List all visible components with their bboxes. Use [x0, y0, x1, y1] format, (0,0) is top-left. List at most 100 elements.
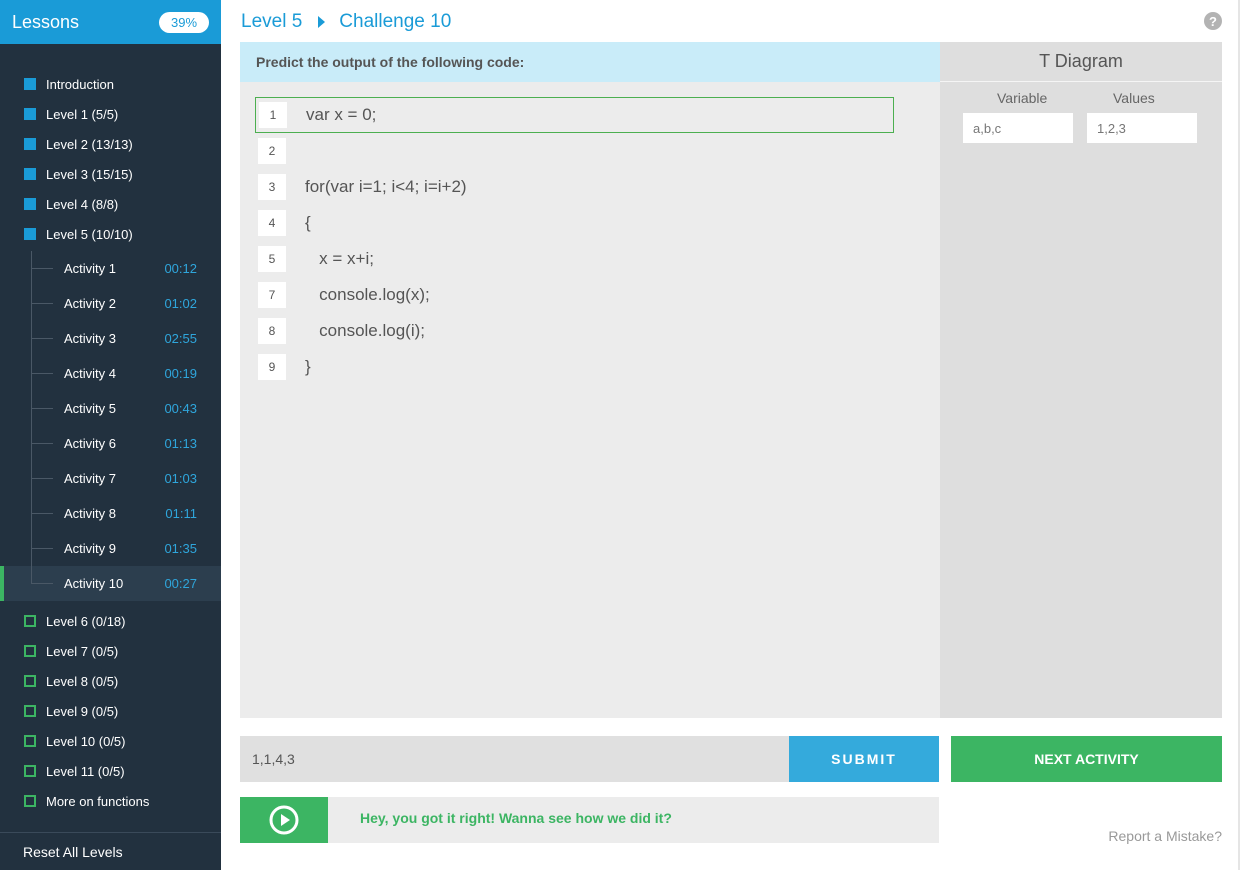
- answer-input[interactable]: 1,1,4,3: [240, 736, 789, 782]
- sidebar-item-label: More on functions: [46, 793, 150, 809]
- code-line: 2: [255, 133, 305, 169]
- line-number: 3: [258, 174, 286, 200]
- sidebar-item-more-functions[interactable]: More on functions: [0, 786, 221, 816]
- feedback-message: Hey, you got it right! Wanna see how we …: [328, 797, 939, 843]
- completed-square-icon: [24, 108, 36, 120]
- activity-label: Activity 4: [64, 366, 117, 381]
- line-number: 2: [258, 138, 286, 164]
- activity-time: 00:12: [164, 261, 197, 276]
- line-number: 5: [258, 246, 286, 272]
- code-line: 3 for(var i=1; i<4; i=i+2): [255, 169, 467, 205]
- activity-item-9[interactable]: Activity 9 01:35: [0, 531, 221, 566]
- sidebar-item-label: Level 9 (0/5): [46, 703, 119, 719]
- activity-item-8[interactable]: Activity 8 01:11: [0, 496, 221, 531]
- breadcrumb: Level 5 Challenge 10: [241, 8, 451, 36]
- next-activity-button[interactable]: NEXT ACTIVITY: [951, 736, 1222, 782]
- incomplete-square-icon: [24, 675, 36, 687]
- activity-label: Activity 5: [64, 401, 117, 416]
- values-header: Values: [1113, 90, 1155, 106]
- sidebar-item-label: Level 2 (13/13): [46, 136, 133, 152]
- incomplete-square-icon: [24, 795, 36, 807]
- lesson-list: Introduction Level 1 (5/5) Level 2 (13/1…: [0, 69, 221, 816]
- activity-label: Activity 8: [64, 506, 117, 521]
- activity-item-1[interactable]: Activity 1 00:12: [0, 251, 221, 286]
- sidebar-item-level-11[interactable]: Level 11 (0/5): [0, 756, 221, 786]
- activity-item-4[interactable]: Activity 4 00:19: [0, 356, 221, 391]
- t-diagram-panel: T Diagram Variable Values a,b,c 1,2,3: [940, 42, 1222, 718]
- activity-label: Activity 9: [64, 541, 117, 556]
- activity-item-10[interactable]: Activity 10 00:27: [0, 566, 221, 601]
- sidebar: Lessons 39% Introduction Level 1 (5/5) L…: [0, 0, 221, 870]
- sidebar-item-level-7[interactable]: Level 7 (0/5): [0, 636, 221, 666]
- activity-item-6[interactable]: Activity 6 01:13: [0, 426, 221, 461]
- activity-time: 01:03: [164, 471, 197, 486]
- completed-square-icon: [24, 138, 36, 150]
- incomplete-square-icon: [24, 645, 36, 657]
- sidebar-item-label: Level 6 (0/18): [46, 613, 126, 629]
- line-number: 4: [258, 210, 286, 236]
- incomplete-square-icon: [24, 705, 36, 717]
- code-text: {: [305, 213, 311, 232]
- values-input[interactable]: 1,2,3: [1087, 113, 1197, 143]
- code-line: 9}: [255, 349, 311, 385]
- reset-all-levels-button[interactable]: Reset All Levels: [0, 832, 221, 870]
- sidebar-item-level-3[interactable]: Level 3 (15/15): [0, 159, 221, 189]
- sidebar-item-label: Introduction: [46, 76, 114, 92]
- sidebar-item-label: Level 10 (0/5): [46, 733, 126, 749]
- code-text: }: [305, 357, 311, 376]
- variable-input[interactable]: a,b,c: [963, 113, 1073, 143]
- code-text: x = x+i;: [305, 249, 374, 268]
- code-line: 4{: [255, 205, 311, 241]
- activity-label: Activity 3: [64, 331, 117, 346]
- sidebar-item-level-1[interactable]: Level 1 (5/5): [0, 99, 221, 129]
- report-mistake-link[interactable]: Report a Mistake?: [1060, 828, 1222, 844]
- activity-item-3[interactable]: Activity 3 02:55: [0, 321, 221, 356]
- sidebar-item-level-2[interactable]: Level 2 (13/13): [0, 129, 221, 159]
- activity-time: 01:35: [164, 541, 197, 556]
- completed-square-icon: [24, 78, 36, 90]
- help-icon[interactable]: ?: [1204, 12, 1222, 30]
- code-text: console.log(x);: [305, 285, 430, 304]
- sidebar-item-introduction[interactable]: Introduction: [0, 69, 221, 99]
- sidebar-item-label: Level 4 (8/8): [46, 196, 119, 212]
- breadcrumb-level[interactable]: Level 5: [241, 11, 302, 33]
- activity-time: 01:13: [164, 436, 197, 451]
- activity-label: Activity 10: [64, 576, 124, 591]
- play-solution-button[interactable]: [240, 797, 328, 843]
- activity-label: Activity 1: [64, 261, 117, 276]
- play-icon: [269, 805, 299, 835]
- activity-item-2[interactable]: Activity 2 01:02: [0, 286, 221, 321]
- sidebar-item-label: Level 3 (15/15): [46, 166, 133, 182]
- sidebar-item-level-5[interactable]: Level 5 (10/10): [0, 219, 221, 249]
- sidebar-item-level-4[interactable]: Level 4 (8/8): [0, 189, 221, 219]
- code-line: 5 x = x+i;: [255, 241, 374, 277]
- activity-label: Activity 6: [64, 436, 117, 451]
- activity-time: 01:02: [164, 296, 197, 311]
- activity-item-5[interactable]: Activity 5 00:43: [0, 391, 221, 426]
- sidebar-title: Lessons: [12, 11, 80, 32]
- sidebar-item-label: Level 8 (0/5): [46, 673, 119, 689]
- question-prompt: Predict the output of the following code…: [240, 42, 940, 82]
- progress-badge: 39%: [159, 11, 209, 33]
- activity-item-7[interactable]: Activity 7 01:03: [0, 461, 221, 496]
- code-editor: 1 var x = 0; 2 3 for(var i=1; i<4; i=i+2) …: [240, 82, 940, 718]
- code-line: 7 console.log(x);: [255, 277, 430, 313]
- sidebar-item-level-8[interactable]: Level 8 (0/5): [0, 666, 221, 696]
- t-diagram-title: T Diagram: [940, 42, 1222, 82]
- activity-time: 02:55: [164, 331, 197, 346]
- activity-label: Activity 2: [64, 296, 117, 311]
- submit-button[interactable]: SUBMIT: [789, 736, 939, 782]
- completed-square-icon: [24, 168, 36, 180]
- sidebar-item-label: Level 7 (0/5): [46, 643, 119, 659]
- incomplete-square-icon: [24, 765, 36, 777]
- sidebar-item-label: Level 5 (10/10): [46, 226, 133, 242]
- breadcrumb-challenge: Challenge 10: [339, 11, 452, 32]
- sidebar-item-level-9[interactable]: Level 9 (0/5): [0, 696, 221, 726]
- sidebar-item-level-6[interactable]: Level 6 (0/18): [0, 606, 221, 636]
- line-number: 1: [259, 102, 287, 128]
- sidebar-item-level-10[interactable]: Level 10 (0/5): [0, 726, 221, 756]
- code-text: console.log(i);: [305, 321, 425, 340]
- incomplete-square-icon: [24, 735, 36, 747]
- completed-square-icon: [24, 228, 36, 240]
- code-text: for(var i=1; i<4; i=i+2): [305, 177, 467, 196]
